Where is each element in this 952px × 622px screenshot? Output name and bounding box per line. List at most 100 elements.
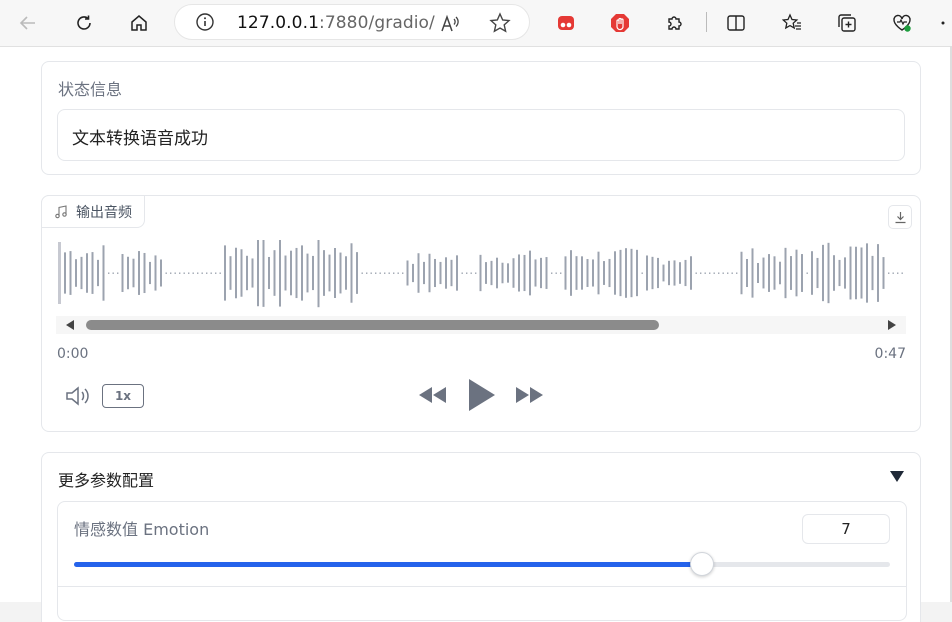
waveform-bar bbox=[160, 259, 162, 287]
extensions-puzzle-icon[interactable] bbox=[660, 8, 690, 38]
waveform-bar bbox=[284, 255, 287, 291]
waveform-bar bbox=[219, 272, 221, 274]
waveform-bar bbox=[662, 264, 665, 282]
waveform-bar bbox=[773, 256, 776, 290]
status-label: 状态信息 bbox=[58, 80, 123, 99]
status-textbox[interactable]: 文本转换语音成功 bbox=[57, 109, 905, 161]
download-button[interactable] bbox=[888, 205, 912, 229]
waveform-bar bbox=[210, 272, 212, 274]
waveform-bar bbox=[795, 249, 798, 297]
waveform-bar bbox=[746, 258, 748, 288]
waveform-bar bbox=[668, 260, 670, 286]
waveform-bar bbox=[855, 246, 857, 300]
url-text: 127.0.0.1:7880/gradio/ bbox=[237, 13, 435, 33]
waveform-bar bbox=[384, 272, 386, 274]
waveform-bar bbox=[345, 256, 347, 290]
waveform-bar bbox=[423, 261, 425, 285]
waveform-scrollbar[interactable] bbox=[56, 316, 906, 334]
waveform-bar bbox=[69, 251, 72, 295]
waveform-bar bbox=[132, 258, 135, 288]
back-icon[interactable] bbox=[13, 8, 43, 38]
emotion-slider-track[interactable] bbox=[74, 552, 890, 576]
split-screen-icon[interactable] bbox=[721, 8, 751, 38]
waveform-bar bbox=[434, 258, 436, 288]
favorite-star-icon[interactable] bbox=[489, 12, 511, 34]
waveform-bar bbox=[718, 272, 720, 274]
favorites-icon[interactable] bbox=[777, 8, 807, 38]
waveform-bar bbox=[690, 256, 692, 290]
waveform-bar bbox=[273, 250, 276, 296]
waveform-bar bbox=[757, 262, 759, 284]
waveform-bar bbox=[127, 256, 129, 290]
waveform-bar bbox=[822, 244, 824, 302]
info-icon[interactable] bbox=[195, 12, 215, 32]
scroll-right-arrow[interactable] bbox=[888, 320, 896, 330]
waveform[interactable] bbox=[56, 240, 906, 310]
read-aloud-icon[interactable] bbox=[439, 13, 461, 35]
play-button[interactable] bbox=[466, 378, 496, 412]
music-note-icon bbox=[55, 204, 67, 218]
skip-forward-button[interactable] bbox=[514, 386, 544, 404]
waveform-bar bbox=[470, 272, 472, 274]
waveform-bar bbox=[201, 272, 203, 274]
waveform-bar bbox=[709, 272, 711, 274]
more-menu-icon[interactable] bbox=[934, 8, 952, 38]
time-current: 0:00 bbox=[57, 346, 89, 362]
waveform-bar bbox=[188, 272, 190, 274]
waveform-bar bbox=[138, 251, 140, 295]
waveform-bar bbox=[246, 255, 248, 291]
waveform-bar bbox=[456, 255, 458, 291]
waveform-bar bbox=[165, 272, 167, 274]
waveform-bar bbox=[866, 243, 868, 303]
emotion-slider-thumb[interactable] bbox=[690, 552, 715, 576]
waveform-bar bbox=[768, 254, 770, 292]
browser-essentials-icon[interactable] bbox=[887, 8, 917, 38]
waveform-bar bbox=[507, 263, 509, 283]
waveform-bar bbox=[679, 262, 681, 284]
waveform-bar bbox=[143, 252, 146, 294]
waveform-bar bbox=[646, 255, 648, 291]
status-panel: 状态信息 文本转换语音成功 bbox=[41, 61, 921, 175]
waveform-bar bbox=[673, 260, 676, 286]
waveform-bar bbox=[240, 249, 243, 297]
play-icon bbox=[469, 379, 495, 411]
waveform-bar bbox=[523, 254, 526, 292]
waveform-bar bbox=[206, 272, 208, 274]
waveform-bar bbox=[625, 248, 627, 298]
waveform-bar bbox=[183, 272, 185, 274]
home-icon[interactable] bbox=[124, 8, 154, 38]
toolbar-separator bbox=[706, 12, 707, 32]
waveform-bar bbox=[179, 272, 181, 274]
adblock-icon[interactable] bbox=[605, 8, 635, 38]
address-bar[interactable]: 127.0.0.1:7880/gradio/ bbox=[174, 4, 530, 40]
waveform-bar bbox=[564, 256, 567, 290]
waveform-bar bbox=[713, 272, 715, 274]
waveform-bar bbox=[555, 272, 557, 274]
refresh-icon[interactable] bbox=[69, 8, 99, 38]
browser-toolbar: 127.0.0.1:7880/gradio/ bbox=[0, 0, 952, 46]
waveform-bar bbox=[695, 272, 697, 274]
waveform-bar bbox=[235, 247, 237, 299]
waveform-bar bbox=[581, 256, 583, 290]
skip-back-button[interactable] bbox=[418, 386, 448, 404]
rewind-icon bbox=[419, 387, 446, 403]
waveform-bar bbox=[375, 272, 377, 274]
scroll-thumb[interactable] bbox=[86, 320, 659, 330]
waveform-bar bbox=[295, 247, 298, 299]
waveform-bar bbox=[397, 272, 399, 274]
waveform-bar bbox=[784, 247, 787, 299]
volume-icon[interactable] bbox=[64, 384, 92, 408]
waveform-bar bbox=[312, 255, 314, 291]
emotion-number-input[interactable]: 7 bbox=[802, 514, 890, 544]
emotion-slider-fill bbox=[74, 562, 703, 567]
playhead-cursor[interactable] bbox=[58, 242, 61, 304]
scroll-left-arrow[interactable] bbox=[66, 320, 74, 330]
collections-icon[interactable] bbox=[832, 8, 862, 38]
extension-red-icon[interactable] bbox=[551, 8, 581, 38]
waveform-bar bbox=[827, 242, 830, 304]
waveform-bar bbox=[816, 257, 819, 289]
collapse-toggle-icon[interactable] bbox=[890, 471, 904, 482]
divider bbox=[58, 586, 906, 587]
playback-rate-button[interactable]: 1x bbox=[102, 384, 144, 408]
accordion-title[interactable]: 更多参数配置 bbox=[58, 467, 154, 491]
